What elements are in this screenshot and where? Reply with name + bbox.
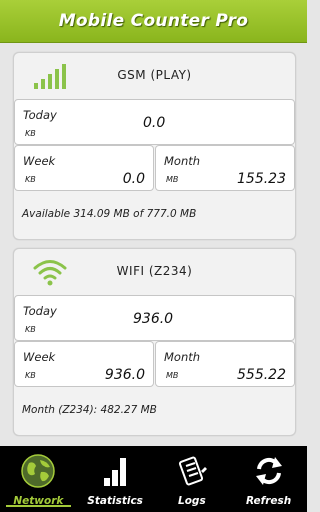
gsm-card: GSM (PLAY) Today KB 0.0 Week KB 0.0 Mont… <box>13 52 296 240</box>
week-unit: KB <box>25 371 36 380</box>
tab-logs-label: Logs <box>178 495 206 507</box>
wifi-today-value: 936.0 <box>133 311 174 327</box>
tab-refresh-label: Refresh <box>245 495 292 507</box>
wifi-month-box: Month MB 555.22 <box>155 341 295 387</box>
wifi-week-box: Week KB 936.0 <box>14 341 154 387</box>
tab-network[interactable]: Network <box>0 446 77 512</box>
wifi-week-value: 936.0 <box>104 367 145 383</box>
globe-icon <box>21 454 56 488</box>
title-bar: Mobile Counter Pro <box>0 0 307 43</box>
today-label: Today <box>23 304 57 318</box>
week-unit: KB <box>25 175 36 184</box>
wifi-card: WIFI (Z234) Today KB 936.0 Week KB 936.0… <box>13 248 296 436</box>
tab-selected-indicator <box>6 505 71 507</box>
month-label: Month <box>164 154 201 168</box>
month-unit: MB <box>166 371 179 380</box>
wifi-month-total-text: Month (Z234): 482.27 MB <box>22 404 157 416</box>
week-label: Week <box>23 154 56 168</box>
month-unit: MB <box>166 175 179 184</box>
gsm-week-box: Week KB 0.0 <box>14 145 154 191</box>
gsm-available-text: Available 314.09 MB of 777.0 MB <box>22 208 197 220</box>
gsm-today-value: 0.0 <box>143 115 166 131</box>
gsm-month-value: 155.23 <box>237 171 286 187</box>
app-title: Mobile Counter Pro <box>58 11 249 31</box>
logs-icon <box>178 456 207 486</box>
bar-chart-icon <box>104 458 127 486</box>
today-unit: KB <box>25 325 36 334</box>
today-label: Today <box>23 108 57 122</box>
gsm-month-box: Month MB 155.23 <box>155 145 295 191</box>
wifi-network-name: WIFI (Z234) <box>116 264 193 278</box>
wifi-header[interactable]: WIFI (Z234) <box>14 249 295 295</box>
wifi-month-value: 555.22 <box>237 367 286 383</box>
tab-logs[interactable]: Logs <box>154 446 231 512</box>
gsm-week-value: 0.0 <box>122 171 145 187</box>
today-unit: KB <box>25 129 36 138</box>
tab-statistics[interactable]: Statistics <box>77 446 154 512</box>
gsm-header[interactable]: GSM (PLAY) <box>14 53 295 99</box>
refresh-icon <box>255 457 282 485</box>
bottom-tab-bar: Network Statistics Logs Refresh <box>0 446 307 512</box>
tab-statistics-label: Statistics <box>87 495 143 507</box>
tab-refresh[interactable]: Refresh <box>230 446 307 512</box>
wifi-today-box: Today KB 936.0 <box>14 295 295 341</box>
gsm-network-name: GSM (PLAY) <box>117 68 192 82</box>
week-label: Week <box>23 350 56 364</box>
gsm-today-box: Today KB 0.0 <box>14 99 295 145</box>
month-label: Month <box>164 350 201 364</box>
